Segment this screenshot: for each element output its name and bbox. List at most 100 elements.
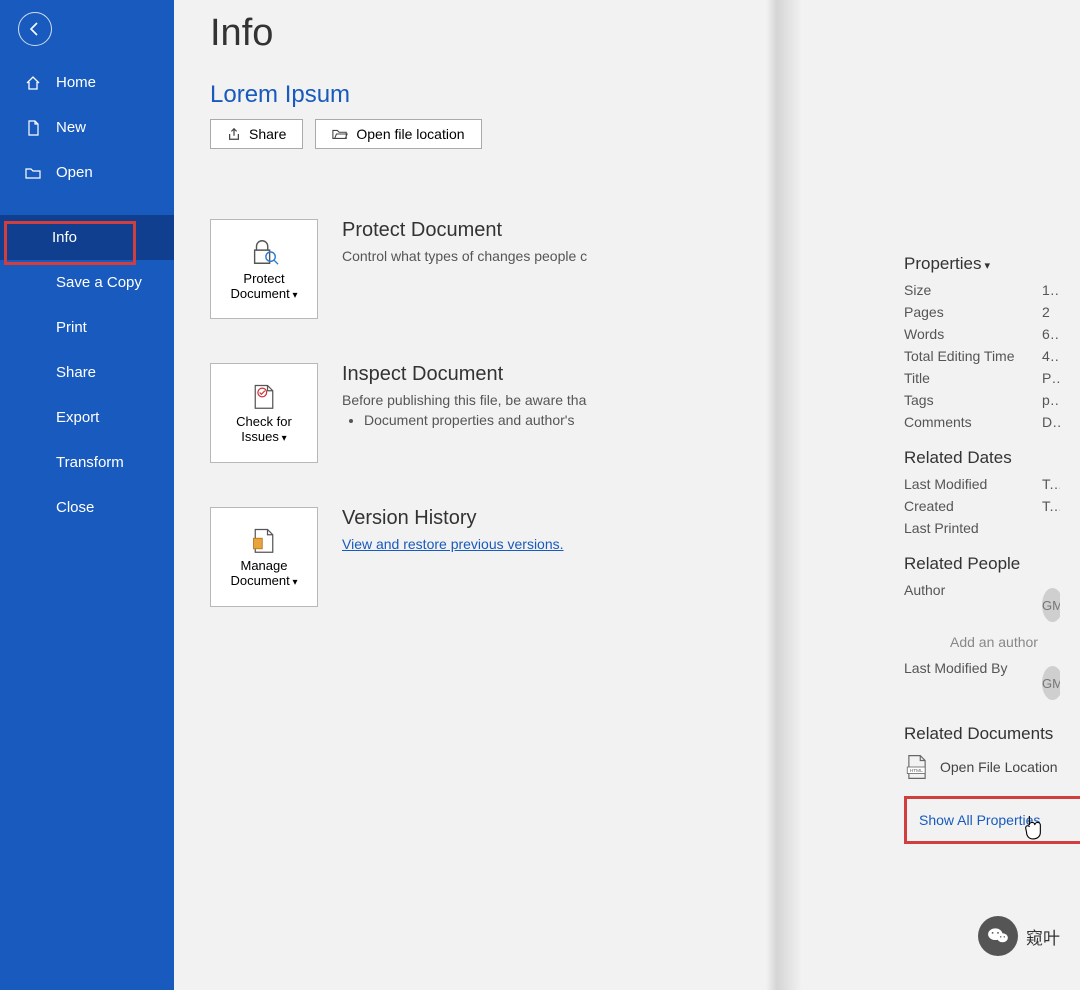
date-row: Last ModifiedToday, 5:40 PM: [904, 476, 1060, 492]
prop-value: 4 Minutes: [1042, 348, 1060, 364]
sidebar-item-info[interactable]: Info: [0, 215, 174, 260]
prop-key: Title: [904, 370, 1042, 386]
sidebar-item-home[interactable]: Home: [0, 60, 174, 105]
prop-key: Tags: [904, 392, 1042, 408]
main-panel: Info Lorem Ipsum Share Open file locatio…: [174, 0, 1080, 990]
prop-key: Last Modified: [904, 476, 1042, 492]
share-button[interactable]: Share: [210, 119, 303, 149]
action-title: Version History: [342, 507, 564, 530]
prop-value[interactable]: Dragging the future into n…: [1042, 414, 1060, 430]
action-description: Control what types of changes people c: [342, 248, 587, 264]
prop-row: Size14.7KB: [904, 282, 1060, 298]
open-file-location-link[interactable]: HTML Open File Location: [904, 754, 1060, 780]
prop-row: CommentsDragging the future into n…: [904, 414, 1060, 430]
action-title: Protect Document: [342, 219, 587, 242]
prop-row: Tagsproduct, deliverables, opti…: [904, 392, 1060, 408]
arrow-left-icon: [27, 21, 43, 37]
date-row: Last Printed: [904, 520, 1060, 536]
open-file-location-button[interactable]: Open file location: [315, 119, 481, 149]
page-title: Info: [210, 12, 1044, 55]
button-label: Check for Issues: [217, 414, 311, 444]
date-row: CreatedToday, 5:36 PM: [904, 498, 1060, 514]
sidebar-item-export[interactable]: Export: [0, 395, 174, 440]
check-for-issues-button[interactable]: Check for Issues: [210, 363, 318, 463]
html-file-icon: HTML: [904, 754, 930, 780]
prop-key: Size: [904, 282, 1042, 298]
sidebar-item-label: Info: [52, 229, 77, 246]
prop-value[interactable]: product, deliverables, opti…: [1042, 392, 1060, 408]
prop-value: Today, 5:36 PM: [1042, 498, 1060, 514]
avatar[interactable]: GM: [1042, 666, 1060, 700]
add-author-link[interactable]: Add an author: [950, 634, 1060, 650]
sidebar-item-transform[interactable]: Transform: [0, 440, 174, 485]
prop-value: [1042, 520, 1060, 536]
prop-row: TitleProductize Deliverables: [904, 370, 1060, 386]
sidebar-item-open[interactable]: Open: [0, 150, 174, 195]
link-label: Open File Location: [940, 759, 1058, 775]
related-people-heading: Related People: [904, 554, 1060, 574]
button-label: Protect Document: [217, 271, 311, 301]
related-documents-heading: Related Documents: [904, 724, 1060, 744]
file-icon: [24, 120, 42, 136]
document-title: Lorem Ipsum: [210, 81, 1044, 109]
prop-row: Pages2: [904, 304, 1060, 320]
prop-value: 631: [1042, 326, 1060, 342]
prop-key: Comments: [904, 414, 1042, 430]
watermark: 窥叶: [978, 916, 1060, 956]
sidebar-item-label: Print: [56, 319, 87, 336]
inspect-icon: [250, 382, 278, 410]
button-label: Open file location: [356, 126, 464, 142]
prop-value: 14.7KB: [1042, 282, 1060, 298]
author-label: Author: [904, 582, 1042, 628]
sidebar-item-label: Close: [56, 499, 94, 516]
prop-value[interactable]: Productize Deliverables: [1042, 370, 1060, 386]
prop-value: Today, 5:40 PM: [1042, 476, 1060, 492]
sidebar-item-label: Home: [56, 74, 96, 91]
wechat-icon: [978, 916, 1018, 956]
action-description: Before publishing this file, be aware th…: [342, 392, 586, 408]
sidebar-item-print[interactable]: Print: [0, 305, 174, 350]
lock-search-icon: [249, 237, 279, 267]
properties-panel: Properties Size14.7KB Pages2 Words631 To…: [904, 254, 1060, 844]
sidebar-item-label: Export: [56, 409, 99, 426]
sidebar-item-label: New: [56, 119, 86, 136]
prop-key: Last Printed: [904, 520, 1042, 536]
show-all-properties-link[interactable]: Show All Properties: [919, 812, 1040, 828]
prop-row: Words631: [904, 326, 1060, 342]
prop-key: Created: [904, 498, 1042, 514]
sidebar-item-label: Share: [56, 364, 96, 381]
watermark-text: 窥叶: [1026, 924, 1060, 949]
backstage-sidebar: Home New Open Info Save a Copy Print Sha…: [0, 0, 174, 990]
share-icon: [227, 127, 241, 141]
button-label: Share: [249, 126, 286, 142]
svg-text:HTML: HTML: [910, 768, 924, 774]
sidebar-item-label: Save a Copy: [56, 274, 142, 291]
sidebar-item-label: Transform: [56, 454, 124, 471]
last-modified-by-label: Last Modified By: [904, 660, 1042, 706]
sidebar-item-share[interactable]: Share: [0, 350, 174, 395]
prop-value: 2: [1042, 304, 1060, 320]
sidebar-item-new[interactable]: New: [0, 105, 174, 150]
action-title: Inspect Document: [342, 363, 586, 386]
folder-open-icon: [332, 127, 348, 141]
home-icon: [24, 75, 42, 91]
show-all-properties-highlight: Show All Properties: [904, 796, 1080, 844]
sidebar-item-save-a-copy[interactable]: Save a Copy: [0, 260, 174, 305]
manage-document-button[interactable]: Manage Document: [210, 507, 318, 607]
prop-key: Words: [904, 326, 1042, 342]
related-dates-heading: Related Dates: [904, 448, 1060, 468]
avatar[interactable]: GM: [1042, 588, 1060, 622]
action-bullet: Document properties and author's: [364, 412, 586, 428]
protect-document-button[interactable]: Protect Document: [210, 219, 318, 319]
back-button[interactable]: [18, 12, 52, 46]
prop-key: Pages: [904, 304, 1042, 320]
folder-icon: [24, 165, 42, 181]
version-history-link[interactable]: View and restore previous versions.: [342, 536, 564, 552]
sidebar-item-label: Open: [56, 164, 93, 181]
prop-row: Total Editing Time4 Minutes: [904, 348, 1060, 364]
button-label: Manage Document: [217, 558, 311, 588]
properties-heading[interactable]: Properties: [904, 254, 1060, 274]
prop-key: Total Editing Time: [904, 348, 1042, 364]
sidebar-item-close[interactable]: Close: [0, 485, 174, 530]
manage-doc-icon: [250, 526, 278, 554]
